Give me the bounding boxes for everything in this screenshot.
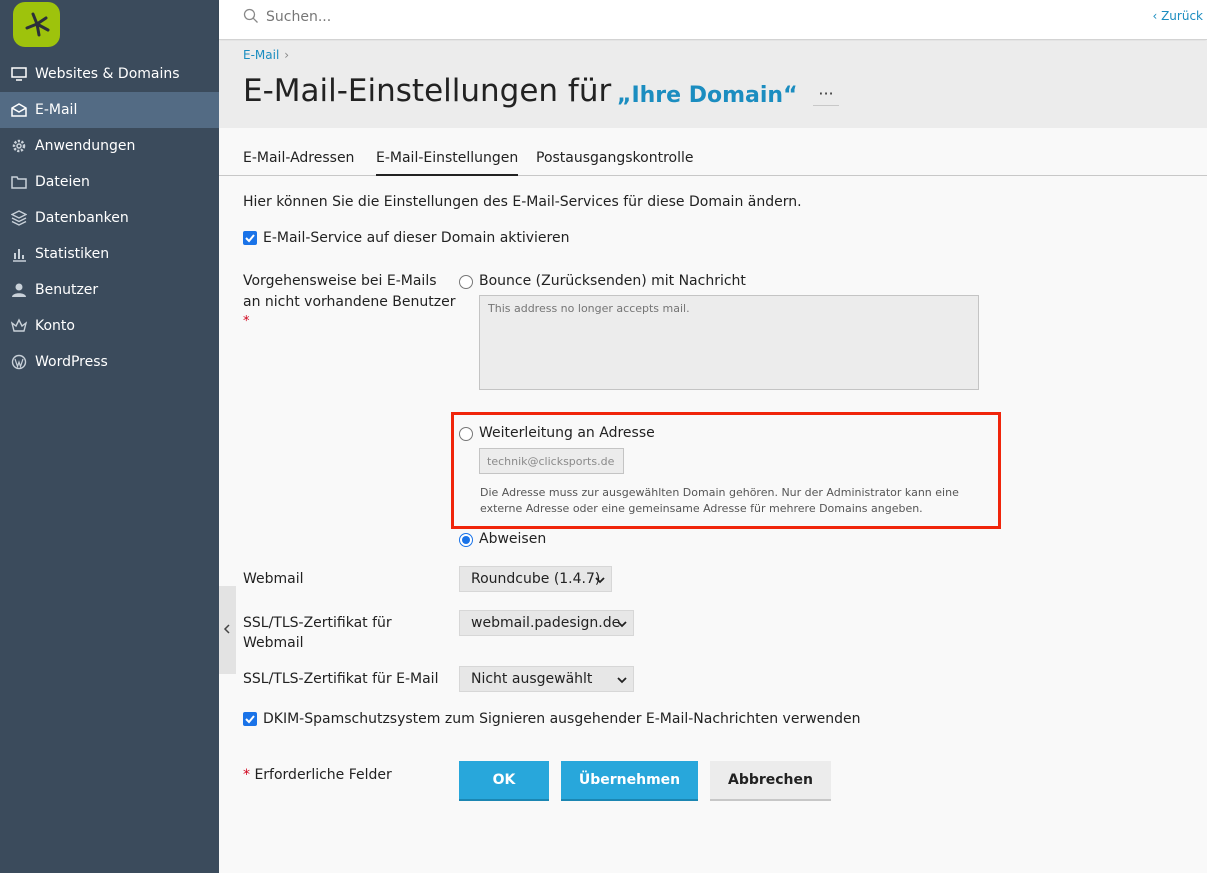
sidebar-item-label: Anwendungen — [35, 138, 136, 154]
chevron-down-icon — [595, 577, 605, 584]
breadcrumb-separator: › — [284, 48, 290, 62]
forward-hint-text: Die Adresse muss zur ausgewählten Domain… — [480, 486, 959, 515]
dkim-label: DKIM-Spamschutzsystem zum Signieren ausg… — [263, 711, 861, 727]
ssl-webmail-label-line1: SSL/TLS-Zertifikat für — [243, 615, 392, 631]
database-stack-icon — [10, 209, 28, 227]
user-icon — [10, 281, 28, 299]
top-search-bar: ‹ Zurück — [219, 0, 1207, 40]
page-title: E-Mail-Einstellungen für — [243, 73, 612, 109]
required-asterisk: * — [243, 767, 250, 783]
intro-text: Hier können Sie die Einstellungen des E-… — [243, 194, 802, 210]
sidebar-item-account[interactable]: Konto — [0, 308, 219, 344]
webmail-select-value: Roundcube (1.4.7) — [471, 571, 601, 587]
sidebar-item-statistics[interactable]: Statistiken — [0, 236, 219, 272]
monitor-icon — [10, 65, 28, 83]
reject-label: Abweisen — [479, 531, 547, 547]
ssl-webmail-label-line2: Webmail — [243, 635, 304, 651]
sidebar-item-label: Konto — [35, 318, 75, 334]
enable-service-checkbox[interactable] — [243, 231, 257, 245]
sidebar-item-label: Datenbanken — [35, 210, 129, 226]
tab-email-addresses[interactable]: E-Mail-Adressen — [243, 150, 354, 176]
ssl-mail-select[interactable]: Nicht ausgewählt — [459, 666, 634, 692]
back-link[interactable]: ‹ Zurück — [1152, 9, 1203, 23]
chevron-down-icon — [617, 677, 627, 684]
bar-chart-icon — [10, 245, 28, 263]
dkim-checkbox[interactable] — [243, 712, 257, 726]
apply-button[interactable]: Übernehmen — [561, 761, 698, 801]
required-asterisk: * — [243, 314, 250, 329]
sidebar-item-label: E-Mail — [35, 102, 78, 118]
more-actions-button[interactable]: ··· — [813, 82, 839, 106]
sidebar-item-wordpress[interactable]: WordPress — [0, 344, 219, 380]
page-title-domain: „Ihre Domain“ — [617, 83, 798, 108]
ssl-webmail-select-value: webmail.padesign.de — [471, 615, 621, 631]
wordpress-icon — [10, 353, 28, 371]
breadcrumb-email-link[interactable]: E-Mail — [243, 48, 279, 62]
sidebar: Websites & Domains E-Mail Anwendungen Da… — [0, 0, 219, 873]
tab-email-settings[interactable]: E-Mail-Einstellungen — [376, 150, 519, 176]
crown-icon — [10, 317, 28, 335]
forward-radio[interactable] — [459, 427, 473, 441]
chevron-left-icon — [223, 624, 230, 634]
tab-bar: E-Mail-Adressen E-Mail-Einstellungen Pos… — [219, 150, 1207, 176]
search-input[interactable] — [266, 5, 766, 29]
sidebar-item-users[interactable]: Benutzer — [0, 272, 219, 308]
sidebar-item-applications[interactable]: Anwendungen — [0, 128, 219, 164]
webmail-label: Webmail — [243, 571, 304, 587]
chevron-down-icon — [617, 621, 627, 628]
webmail-select[interactable]: Roundcube (1.4.7) — [459, 566, 612, 592]
ok-button[interactable]: OK — [459, 761, 549, 801]
forward-label: Weiterleitung an Adresse — [479, 425, 655, 441]
bounce-message-textarea[interactable] — [479, 295, 979, 390]
folder-icon — [10, 173, 28, 191]
bounce-label: Bounce (Zurücksenden) mit Nachricht — [479, 273, 746, 289]
envelope-icon — [10, 101, 28, 119]
enable-service-label: E-Mail-Service auf dieser Domain aktivie… — [263, 230, 570, 246]
bounce-radio[interactable] — [459, 275, 473, 289]
sidebar-item-label: Websites & Domains — [35, 66, 180, 82]
forward-address-input[interactable] — [479, 448, 624, 474]
ssl-mail-label: SSL/TLS-Zertifikat für E-Mail — [243, 671, 439, 687]
sidebar-item-websites-domains[interactable]: Websites & Domains — [0, 56, 219, 92]
ssl-mail-select-value: Nicht ausgewählt — [471, 671, 593, 687]
sidebar-item-label: Benutzer — [35, 282, 99, 298]
required-fields-note: * Erforderliche Felder — [243, 767, 392, 783]
plesk-logo[interactable] — [13, 2, 60, 47]
sidebar-item-databases[interactable]: Datenbanken — [0, 200, 219, 236]
page-header: E-Mail › E-Mail-Einstellungen für „Ihre D… — [219, 41, 1207, 128]
nonexistent-users-label-line2: an nicht vorhandene Benutzer — [243, 294, 456, 310]
sidebar-item-files[interactable]: Dateien — [0, 164, 219, 200]
search-icon — [243, 8, 259, 28]
required-fields-text: Erforderliche Felder — [254, 767, 392, 783]
ssl-webmail-select[interactable]: webmail.padesign.de — [459, 610, 634, 636]
gear-icon — [10, 137, 28, 155]
cancel-button[interactable]: Abbrechen — [710, 761, 831, 801]
breadcrumb: E-Mail › — [243, 48, 289, 62]
reject-radio[interactable] — [459, 533, 473, 547]
sidebar-collapse-handle[interactable] — [219, 586, 236, 674]
sidebar-item-label: WordPress — [35, 354, 108, 370]
tab-outgoing-mail-control[interactable]: Postausgangskontrolle — [536, 150, 694, 176]
sidebar-item-label: Statistiken — [35, 246, 110, 262]
sidebar-item-label: Dateien — [35, 174, 90, 190]
nonexistent-users-label-line1: Vorgehensweise bei E-Mails — [243, 273, 437, 289]
sidebar-item-email[interactable]: E-Mail — [0, 92, 219, 128]
